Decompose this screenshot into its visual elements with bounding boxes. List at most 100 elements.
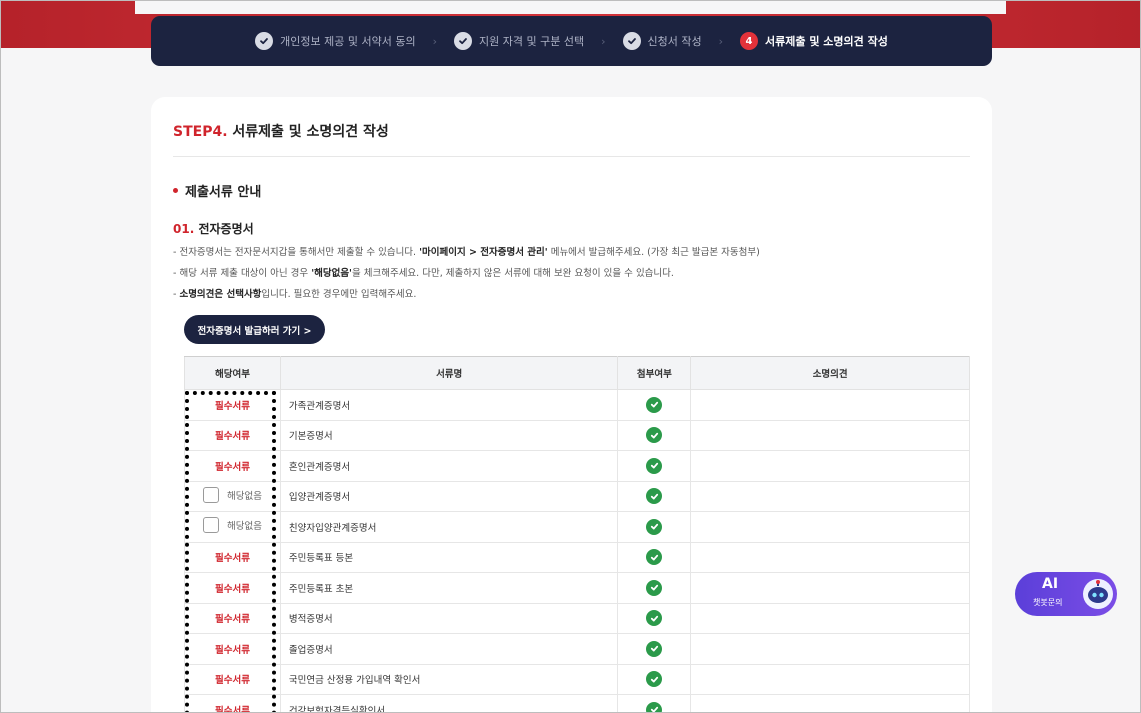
attached-status — [617, 694, 692, 713]
issue-certificate-button[interactable]: 전자증명서 발급하러 가기 > — [184, 315, 325, 344]
header-strip — [135, 0, 1006, 14]
desc2-text-a: - 해당 서류 제출 대상이 아닌 경우 — [173, 268, 312, 279]
not-applicable-checkbox[interactable]: 해당없음 — [202, 517, 262, 534]
check-circle-icon — [646, 701, 663, 713]
desc3-text-b: 소명의견은 선택사항 — [179, 289, 262, 300]
ai-chatbot-subtitle: 챗봇문의 — [1033, 598, 1063, 607]
explanation-input[interactable] — [690, 419, 970, 451]
step-3-label: 신청서 작성 — [647, 35, 702, 48]
explanation-input[interactable] — [690, 663, 970, 695]
document-name: 국민연금 산정용 가입내역 확인서 — [279, 663, 619, 695]
check-circle-icon — [646, 549, 663, 566]
required-badge: 필수서류 — [184, 663, 281, 695]
description-line-3: - 소명의견은 선택사항입니다. 필요한 경우에만 입력해주세요. — [173, 286, 416, 300]
document-name: 혼인관계증명서 — [279, 450, 619, 482]
table-row: 필수서류 가족관계증명서 — [184, 389, 970, 421]
bullet-dot-icon — [173, 188, 178, 193]
document-name: 입양관계증명서 — [279, 480, 619, 512]
desc1-text-c: 메뉴에서 발급해주세요. (가장 최근 발급본 자동첨부) — [547, 247, 760, 258]
attached-status — [617, 450, 692, 482]
desc3-text-c: 입니다. 필요한 경우에만 입력해주세요. — [261, 289, 417, 300]
explanation-input[interactable] — [690, 602, 970, 634]
not-applicable-cell: 해당없음 — [184, 480, 281, 512]
subsection-title: 01. 전자증명서 — [173, 220, 254, 237]
ai-chatbot-title: AI — [1042, 576, 1059, 592]
chevron-right-icon: › — [432, 34, 438, 48]
document-name: 졸업증명서 — [279, 633, 619, 665]
documents-table: 해당여부 서류명 첨부여부 소명의견 필수서류 가족관계증명서 필수서류 기본증명서 필… — [184, 356, 970, 713]
table-row: 필수서류 건강보험자격득실확인서 — [184, 694, 970, 713]
col-header-explanation: 소명의견 — [690, 356, 970, 390]
checkbox[interactable] — [202, 486, 219, 503]
desc2-text-b: '해당없음' — [311, 268, 352, 279]
check-circle-icon — [646, 488, 663, 505]
step-3: 신청서 작성 — [622, 32, 702, 50]
attached-status — [617, 389, 692, 421]
document-name: 친양자입양관계증명서 — [279, 511, 619, 543]
not-applicable-cell: 해당없음 — [184, 511, 281, 543]
section-title-text: 제출서류 안내 — [185, 185, 262, 200]
step-4-label: 서류제출 및 소명의견 작성 — [765, 35, 888, 48]
step-2-label: 지원 자격 및 구분 선택 — [479, 35, 585, 48]
explanation-input[interactable] — [690, 694, 970, 713]
check-circle-icon — [646, 579, 663, 596]
divider — [173, 156, 970, 157]
check-circle-icon — [454, 32, 473, 50]
step-2: 지원 자격 및 구분 선택 — [454, 32, 584, 50]
step-4: 4 서류제출 및 소명의견 작성 — [740, 32, 888, 50]
subsection-index: 01. — [173, 222, 195, 236]
step-4-number: 4 — [740, 32, 759, 50]
check-circle-icon — [646, 640, 663, 657]
explanation-input[interactable] — [690, 480, 970, 512]
required-badge: 필수서류 — [184, 419, 281, 451]
table-row: 필수서류 병적증명서 — [184, 602, 970, 634]
chevron-right-icon: › — [601, 34, 606, 48]
robot-icon — [1081, 577, 1115, 615]
explanation-input[interactable] — [690, 541, 970, 573]
col-header-attached: 첨부여부 — [617, 356, 692, 390]
table-row: 해당없음 친양자입양관계증명서 — [184, 511, 970, 543]
attached-status — [617, 480, 692, 512]
explanation-input[interactable] — [690, 572, 970, 604]
required-badge: 필수서류 — [184, 541, 281, 573]
not-applicable-label: 해당없음 — [226, 521, 262, 533]
explanation-input[interactable] — [690, 511, 970, 543]
page-title-text: 서류제출 및 소명의견 작성 — [232, 124, 389, 140]
table-header-row: 해당여부 서류명 첨부여부 소명의견 — [184, 356, 970, 390]
step-label: STEP4. — [173, 124, 228, 140]
table-row: 필수서류 기본증명서 — [184, 419, 970, 451]
check-circle-icon — [622, 32, 641, 50]
desc1-text-b: '마이페이지 > 전자증명서 관리' — [419, 247, 548, 258]
check-circle-icon — [646, 457, 663, 474]
explanation-input[interactable] — [690, 389, 970, 421]
check-circle-icon — [646, 671, 663, 688]
explanation-input[interactable] — [690, 450, 970, 482]
description-line-1: - 전자증명서는 전자문서지갑을 통해서만 제출할 수 있습니다. '마이페이지… — [173, 244, 760, 258]
checkbox[interactable] — [202, 517, 219, 534]
attached-status — [617, 572, 692, 604]
attached-status — [617, 633, 692, 665]
ai-chatbot-button[interactable]: AI 챗봇문의 — [1015, 572, 1117, 616]
table-row: 필수서류 주민등록표 등본 — [184, 541, 970, 573]
description-line-2: - 해당 서류 제출 대상이 아닌 경우 '해당없음'을 체크해주세요. 다만,… — [173, 265, 674, 279]
col-header-document-name: 서류명 — [279, 356, 619, 390]
required-badge: 필수서류 — [184, 389, 281, 421]
check-circle-icon — [646, 518, 663, 535]
step-1: 개인정보 제공 및 서약서 동의 — [255, 32, 416, 50]
document-name: 건강보험자격득실확인서 — [279, 694, 619, 713]
table-row: 필수서류 국민연금 산정용 가입내역 확인서 — [184, 663, 970, 695]
required-badge: 필수서류 — [184, 694, 281, 713]
explanation-input[interactable] — [690, 633, 970, 665]
table-row: 필수서류 졸업증명서 — [184, 633, 970, 665]
attached-status — [617, 511, 692, 543]
attached-status — [617, 419, 692, 451]
check-circle-icon — [255, 32, 274, 50]
not-applicable-checkbox[interactable]: 해당없음 — [202, 486, 262, 503]
page-title: STEP4. 서류제출 및 소명의견 작성 — [173, 121, 389, 141]
step-1-label: 개인정보 제공 및 서약서 동의 — [280, 35, 416, 48]
section-title: 제출서류 안내 — [173, 181, 261, 200]
document-name: 가족관계증명서 — [279, 389, 619, 421]
table-row: 필수서류 주민등록표 초본 — [184, 572, 970, 604]
attached-status — [617, 541, 692, 573]
required-badge: 필수서류 — [184, 450, 281, 482]
